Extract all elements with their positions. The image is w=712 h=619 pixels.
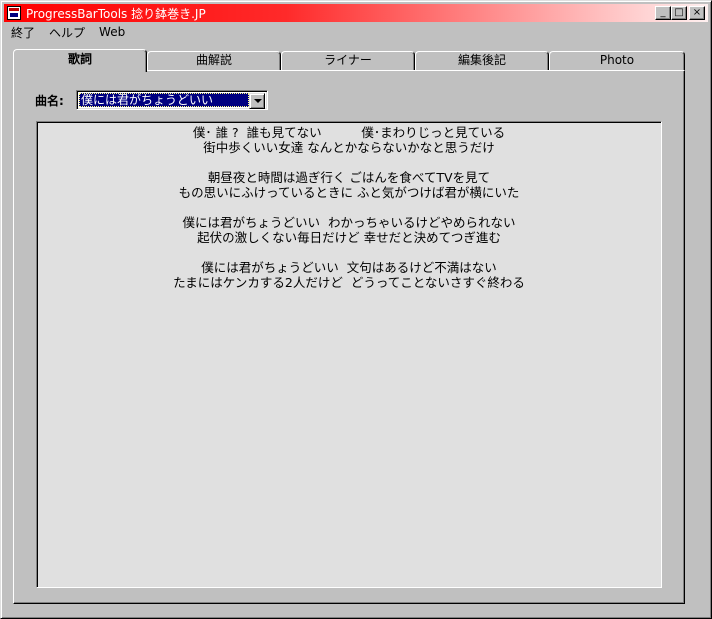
tab-song-notes[interactable]: 曲解説 [147, 51, 281, 70]
tab-strip: 歌詞 曲解説 ライナー 編集後記 Photo [13, 49, 685, 72]
song-select-value[interactable]: 僕には君がちょうどいい [79, 93, 249, 107]
lyric-blank [39, 200, 659, 215]
close-button[interactable]: × [689, 6, 705, 20]
menu-exit[interactable]: 終了 [4, 24, 42, 41]
lyric-line: 僕･ 誰 ? 誰も見てない 僕･まわりじっと見ている [192, 125, 506, 140]
tab-liner[interactable]: ライナー [281, 51, 415, 70]
lyric-line: 街中歩くいい女達 なんとかならないかなと思うだけ [203, 140, 495, 155]
lyric-line: 僕には君がちょうどいい わかっちゃいるけどやめられない [182, 215, 516, 230]
menu-bar: 終了 ヘルプ Web [4, 23, 708, 41]
lyric-line: 起伏の激しくない毎日だけど 幸せだと決めてつぎ進む [197, 230, 501, 245]
song-select[interactable]: 僕には君がちょうどいい [76, 90, 268, 110]
title-buttons: _ □ × [655, 6, 705, 20]
lyric-blank [39, 155, 659, 170]
window-title: ProgressBarTools 捻り鉢巻き.JP [26, 6, 206, 21]
maximize-button[interactable]: □ [671, 6, 687, 20]
menu-help[interactable]: ヘルプ [42, 24, 92, 41]
tab-lyrics[interactable]: 歌詞 [13, 49, 147, 72]
lyric-blank [39, 245, 659, 260]
lyrics-text: 僕･ 誰 ? 誰も見てない 僕･まわりじっと見ている 街中歩くいい女達 なんとか… [39, 125, 659, 290]
menu-web[interactable]: Web [92, 25, 132, 39]
lyric-line: たまにはケンカする2人だけど どうってことないさすぐ終わる [173, 275, 525, 290]
tab-editors-note[interactable]: 編集後記 [415, 51, 549, 70]
minimize-button[interactable]: _ [655, 6, 671, 20]
lyric-line: もの思いにふけっているときに ふと気がつけば君が横にいた [178, 185, 520, 200]
chevron-down-icon[interactable] [249, 93, 265, 109]
tab-photo[interactable]: Photo [549, 51, 685, 70]
lyrics-textbox[interactable]: 僕･ 誰 ? 誰も見てない 僕･まわりじっと見ている 街中歩くいい女達 なんとか… [36, 121, 662, 588]
song-label: 曲名: [35, 94, 64, 108]
app-icon[interactable] [7, 6, 21, 20]
title-bar[interactable]: ProgressBarTools 捻り鉢巻き.JP _ □ × [4, 4, 708, 22]
lyric-line: 朝昼夜と時間は過ぎ行く ごはんを食べてTVを見て [207, 170, 491, 185]
lyric-line: 僕には君がちょうどいい 文句はあるけど不満はない [201, 260, 497, 275]
